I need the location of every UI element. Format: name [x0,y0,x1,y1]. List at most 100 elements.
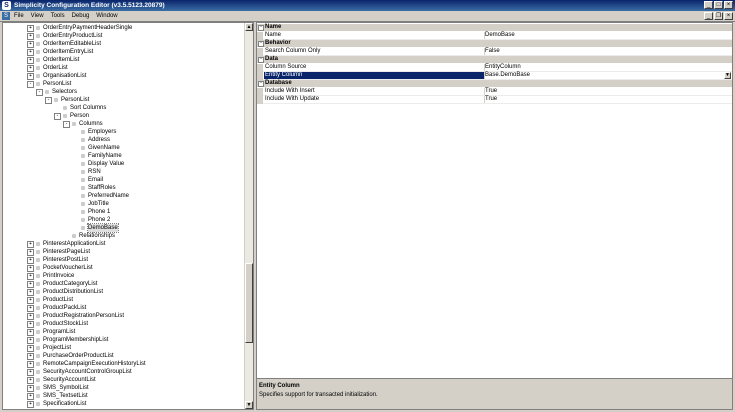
tree-item-label: Phone 1 [88,209,111,215]
minimize-button[interactable]: _ [704,1,713,9]
property-row[interactable]: Include With Insert True [257,88,732,96]
property-row[interactable]: Column Source EntityColumn [257,64,732,72]
expand-icon[interactable]: + [27,65,34,72]
collapse-icon[interactable]: - [54,113,61,120]
property-category[interactable]: - Database [257,80,732,87]
expand-icon[interactable]: + [27,385,34,392]
tree-item-label: SMS_SymbolList [43,385,89,391]
tree-item-label: StaffEmployeeList [43,408,91,409]
expand-icon[interactable]: + [27,361,34,368]
expand-icon[interactable]: + [27,25,34,32]
expand-icon[interactable]: + [27,33,34,40]
menu-file[interactable]: File [14,12,24,20]
tree-item-label: Phone 2 [88,217,111,223]
node-icon [81,178,85,182]
collapse-icon[interactable]: - [36,89,43,96]
collapse-icon[interactable]: - [27,81,34,88]
expand-icon[interactable]: + [27,377,34,384]
property-value[interactable]: Base.DemoBase [485,72,730,79]
expand-icon[interactable]: + [27,281,34,288]
mdi-restore-button[interactable]: ❐ [714,12,723,20]
tree-item-label: OrderItemEntryList [43,49,94,55]
collapse-icon[interactable]: - [258,25,264,31]
expand-icon[interactable]: + [27,305,34,312]
scroll-down-arrow-icon[interactable]: ▼ [245,401,253,409]
tree-item-label: JobTitle [88,201,109,207]
expand-icon[interactable]: + [27,313,34,320]
node-icon [36,330,40,334]
property-value[interactable]: True [485,88,730,95]
tree-item-label: PersonList [61,97,90,103]
expand-icon[interactable]: + [27,73,34,80]
node-icon [36,42,40,46]
menu-debug[interactable]: Debug [72,12,90,20]
mdi-minimize-button[interactable]: _ [704,12,713,20]
expand-icon[interactable]: + [27,57,34,64]
node-icon [36,338,40,342]
expand-icon[interactable]: + [27,329,34,336]
node-icon [36,66,40,70]
tree-scrollbar[interactable]: ▲ ▼ [244,23,253,409]
window-title: Simplicity Configuration Editor (v3.5.51… [14,2,165,9]
close-button[interactable]: × [724,1,733,9]
expand-icon[interactable]: + [27,273,34,280]
node-icon [81,210,85,214]
expand-icon[interactable]: + [27,337,34,344]
property-row[interactable]: Search Column Only False [257,48,732,56]
dropdown-arrow-icon[interactable]: ▼ [724,72,731,79]
collapse-icon[interactable]: - [45,97,52,104]
menu-window[interactable]: Window [96,12,117,20]
tree-item-label: Employers [88,129,117,135]
property-category[interactable]: - Name [257,24,732,31]
expand-icon[interactable]: + [27,49,34,56]
tree-item-label: ProgramMembershipList [43,337,109,343]
tree-item-label: PinterestPageList [43,249,91,255]
menu-tools[interactable]: Tools [51,12,65,20]
row-gutter [257,96,263,104]
expand-icon[interactable]: + [27,249,34,256]
property-value[interactable]: False [485,48,730,55]
collapse-icon[interactable]: - [258,41,264,47]
property-row[interactable]: Entity Column Base.DemoBase ▼ [257,72,732,80]
expand-icon[interactable]: + [27,321,34,328]
property-category[interactable]: - Data [257,56,732,63]
node-icon [36,26,40,30]
property-name: Entity Column [264,72,485,79]
mdi-close-button[interactable]: × [724,12,733,20]
property-row[interactable]: Include With Update True [257,96,732,104]
scroll-thumb[interactable] [245,263,253,343]
tree-item-label: PinterestApplicationList [43,241,106,247]
expand-icon[interactable]: + [27,393,34,400]
property-grid-pane: - Name Name DemoBase - Behavior Search Column … [256,22,733,410]
menu-view[interactable]: View [31,12,44,20]
collapse-icon[interactable]: - [258,81,264,87]
property-row[interactable]: Name DemoBase [257,32,732,40]
tree-item-label: SecurityAccountList [43,377,96,383]
scroll-up-arrow-icon[interactable]: ▲ [245,23,253,31]
node-icon [36,258,40,262]
collapse-icon[interactable]: - [63,121,70,128]
node-icon [36,250,40,254]
maximize-button[interactable]: □ [714,1,723,9]
tree-item-label: ProductStockList [43,321,89,327]
property-category[interactable]: - Behavior [257,40,732,47]
expand-icon[interactable]: + [27,265,34,272]
document-icon[interactable]: S [2,12,10,20]
expand-icon[interactable]: + [27,401,34,408]
expand-icon[interactable]: + [27,41,34,48]
collapse-icon[interactable]: - [258,57,264,63]
expand-icon[interactable]: + [27,241,34,248]
tree-item-label: Person [70,113,90,119]
property-value[interactable]: EntityColumn [485,64,730,71]
tree-item-label: OrderItemEditableList [43,41,102,47]
expand-icon[interactable]: + [27,369,34,376]
node-icon [36,370,40,374]
expand-icon[interactable]: + [27,353,34,360]
expand-icon[interactable]: + [27,257,34,264]
property-value[interactable]: DemoBase [485,32,730,39]
expand-icon[interactable]: + [27,297,34,304]
property-value[interactable]: True [485,96,730,103]
expand-icon[interactable]: + [27,289,34,296]
expand-icon[interactable]: + [27,345,34,352]
node-icon [81,202,85,206]
